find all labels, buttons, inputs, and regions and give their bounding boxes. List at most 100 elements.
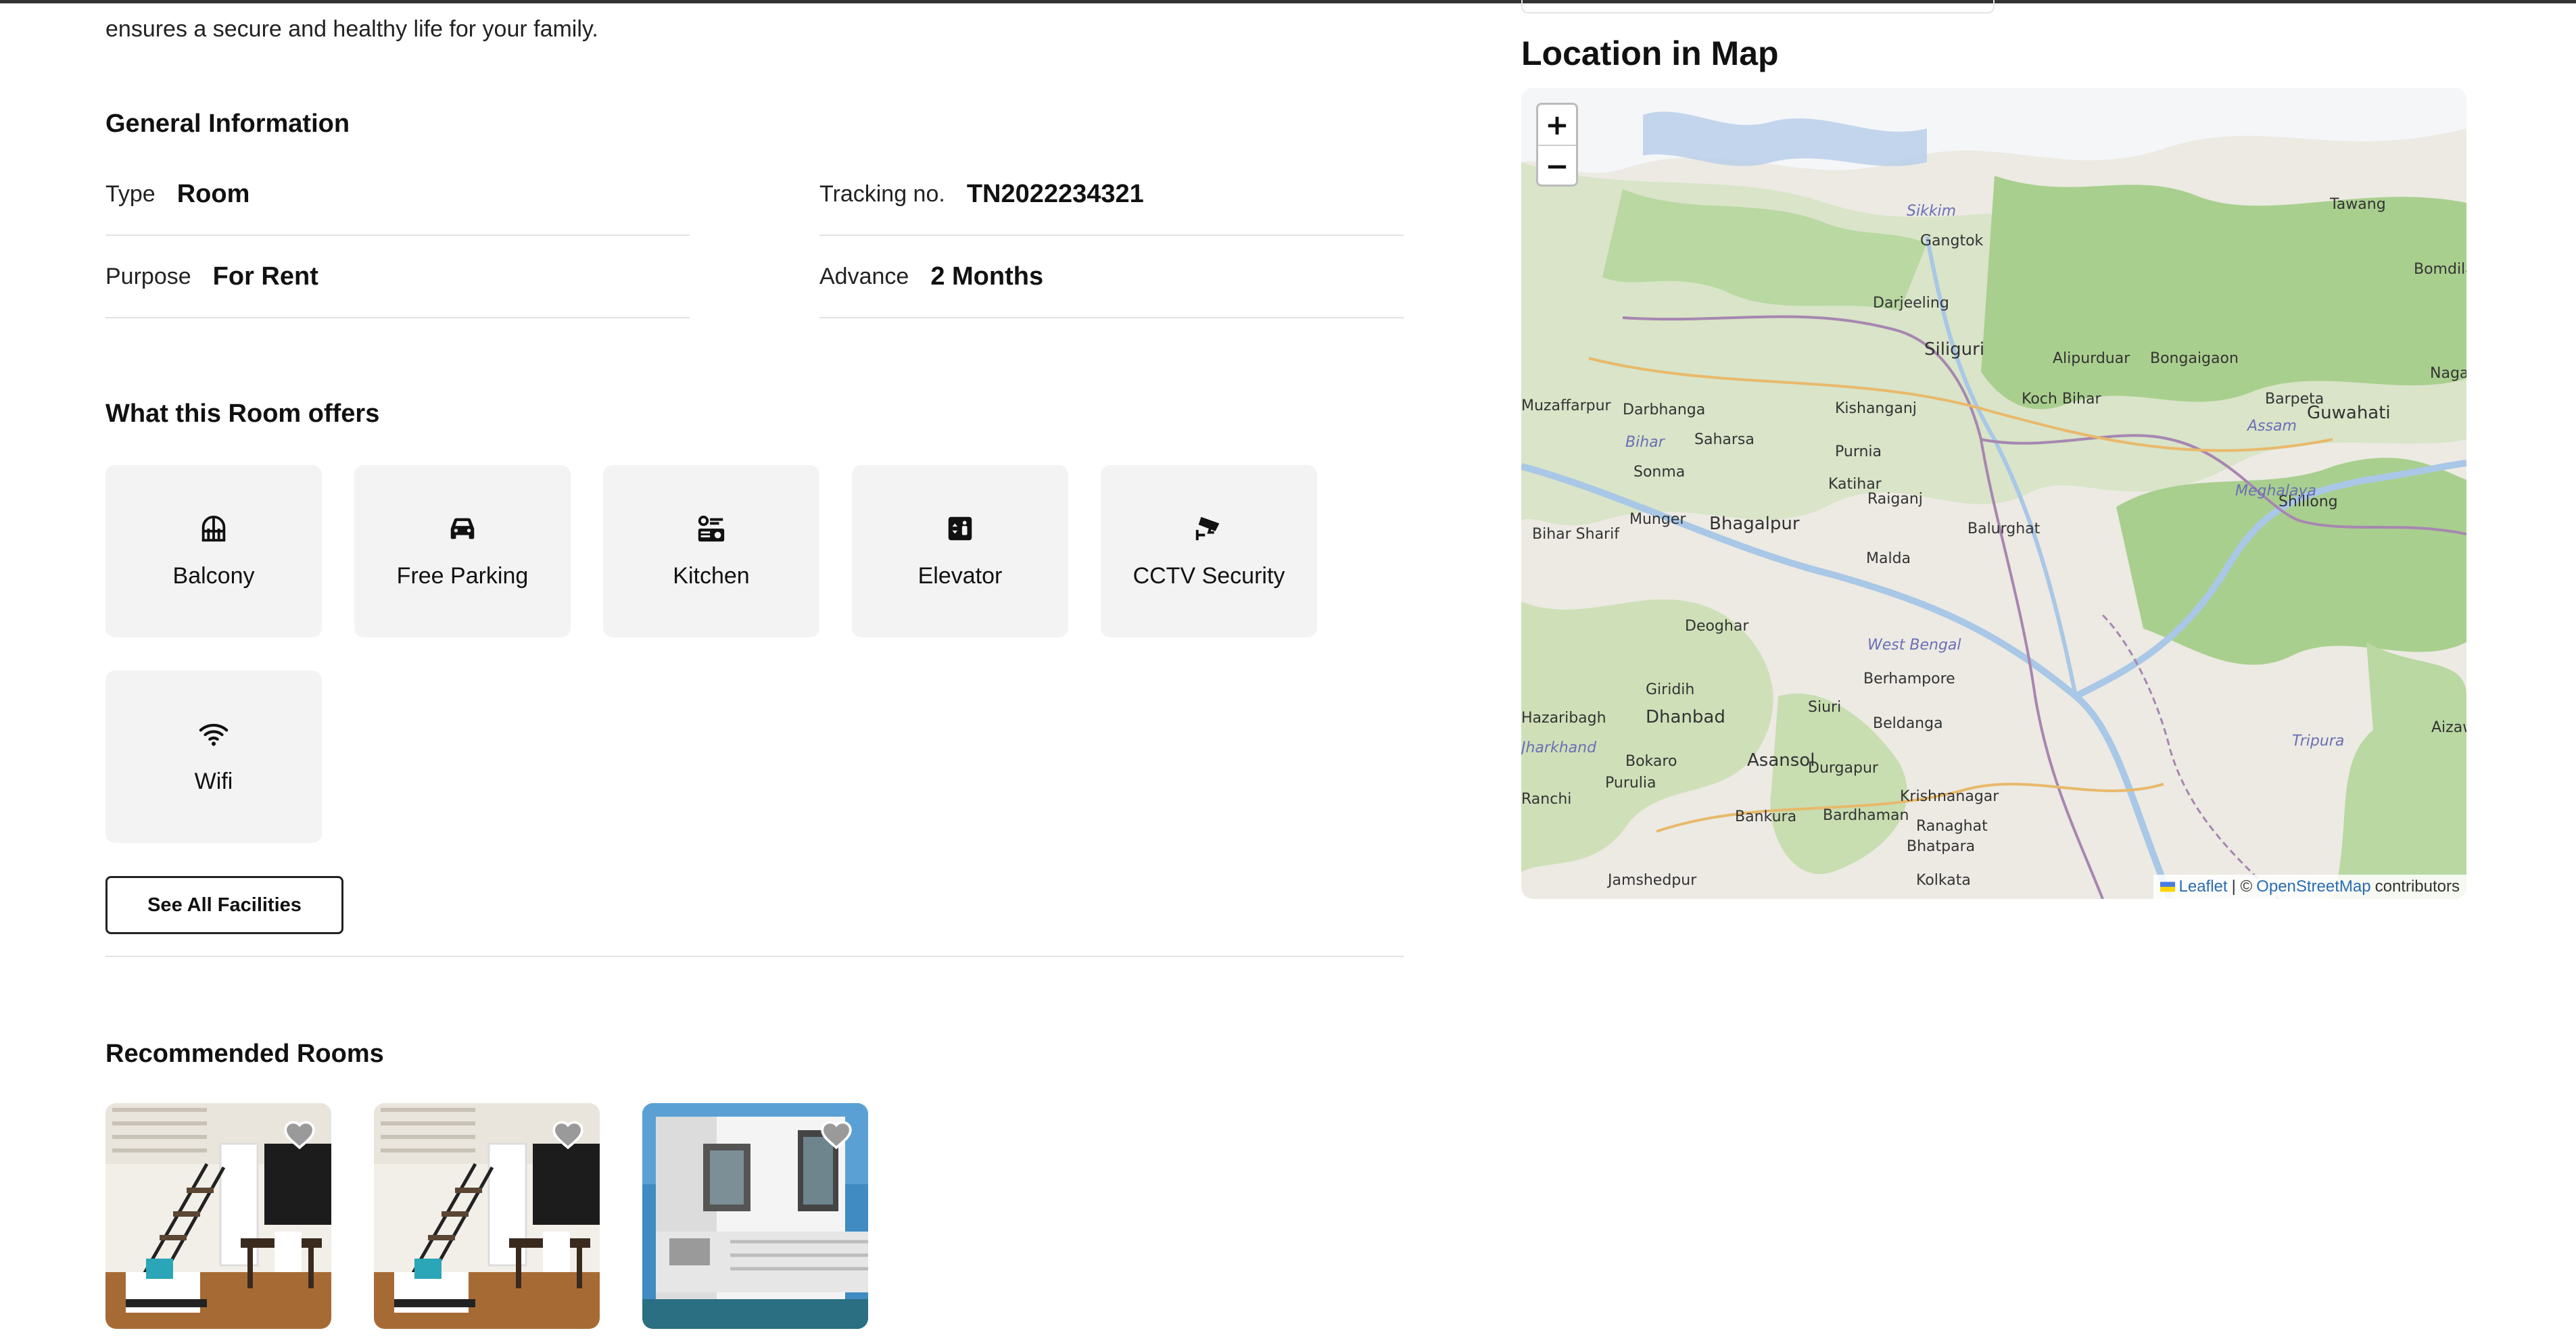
facility-card-cctv: CCTV Security (1101, 465, 1317, 637)
zoom-in-button[interactable]: + (1538, 105, 1576, 145)
leaflet-link[interactable]: Leaflet (2179, 877, 2228, 896)
purpose-label: Purpose (105, 263, 191, 289)
openstreetmap-link[interactable]: OpenStreetMap (2256, 877, 2370, 896)
map-label: Alipurduar (2053, 350, 2130, 367)
type-value: Room (176, 179, 250, 208)
facility-card-free-parking: Free Parking (354, 465, 571, 637)
elevator-icon (948, 516, 972, 541)
info-row-advance: Advance 2 Months (819, 236, 1404, 318)
recommended-room-card[interactable] (374, 1103, 600, 1329)
map-label: Durgapur (1808, 760, 1878, 777)
map-label: Koch Bihar (2022, 391, 2101, 408)
advance-label: Advance (819, 263, 909, 289)
info-row-tracking: Tracking no. TN2022234321 (819, 153, 1404, 236)
map-label: Assam (2247, 418, 2297, 435)
map-label: Balurghat (1967, 520, 2041, 537)
description-text: ensures a secure and healthy life for yo… (105, 16, 598, 42)
offers-title: What this Room offers (105, 399, 380, 428)
map-label: Bhatpara (1907, 838, 1976, 855)
map-title: Location in Map (1521, 34, 1779, 72)
location-map[interactable]: Sikkim Gangtok Darjeeling Siliguri Alipu… (1521, 88, 2466, 899)
zoom-out-button[interactable]: − (1538, 145, 1576, 185)
map-label: Darjeeling (1873, 295, 1949, 312)
favorite-heart-icon[interactable] (283, 1118, 316, 1149)
map-label: Bihar (1625, 434, 1665, 451)
favorite-heart-icon[interactable] (551, 1118, 585, 1149)
map-label: Bardhaman (1823, 807, 1909, 824)
map-label: Raiganj (1867, 491, 1923, 508)
advance-value: 2 Months (930, 262, 1044, 291)
map-label: Bihar Sharif (1532, 526, 1619, 543)
facility-label: CCTV Security (1132, 563, 1285, 589)
info-row-purpose: Purpose For Rent (105, 236, 690, 318)
recommended-room-card[interactable] (642, 1103, 868, 1329)
attribution-separator: | © (2231, 877, 2253, 896)
see-all-facilities-button[interactable]: See All Facilities (105, 876, 343, 934)
map-label: Gangtok (1920, 233, 1984, 249)
map-label: Shillong (2279, 493, 2338, 510)
map-label: Purulia (1605, 775, 1656, 792)
facility-card-elevator: Elevator (852, 465, 1068, 637)
map-label: Muzaffarpur (1521, 397, 1611, 414)
map-attribution: Leaflet | © OpenStreetMap contributors (2153, 875, 2466, 899)
purpose-value: For Rent (212, 262, 318, 291)
recommended-title: Recommended Rooms (105, 1040, 384, 1068)
map-label: Jamshedpur (1608, 872, 1697, 889)
ukraine-flag-icon (2160, 881, 2175, 892)
map-label: Dhanbad (1646, 707, 1725, 727)
map-label: Krishnanagar (1900, 788, 1999, 805)
map-label: Aizawl (2431, 719, 2466, 736)
facility-label: Elevator (917, 563, 1003, 589)
map-label: Nagaon (2430, 365, 2466, 382)
facility-card-kitchen: Kitchen (603, 465, 819, 637)
map-label: West Bengal (1867, 637, 1961, 654)
cctv-icon (1195, 516, 1220, 541)
map-label: Bhagalpur (1709, 514, 1800, 534)
map-label: Asansol (1747, 750, 1815, 771)
facility-card-wifi: Wifi (105, 671, 322, 843)
map-label: Bomdila (2414, 261, 2466, 278)
map-label: Siuri (1808, 699, 1842, 716)
facility-card-balcony: Balcony (105, 465, 322, 637)
sidebar-card-edge (1521, 0, 1995, 14)
section-divider (105, 956, 1404, 957)
map-label: Purnia (1835, 443, 1882, 460)
balcony-icon (201, 515, 226, 542)
car-icon (450, 518, 475, 539)
map-label: Munger (1629, 511, 1686, 528)
map-label: Tripura (2292, 733, 2345, 750)
map-label: Tawang (2330, 196, 2386, 213)
facility-label: Free Parking (396, 563, 529, 589)
map-label: Guwahati (2307, 403, 2391, 423)
map-label: Sikkim (1907, 203, 1957, 220)
map-label: Malda (1866, 550, 1911, 567)
tracking-label: Tracking no. (819, 180, 945, 207)
map-label: Kolkata (1916, 872, 1971, 889)
facility-label: Balcony (172, 563, 255, 589)
map-label: Ranchi (1521, 791, 1572, 808)
map-label: Giridih (1646, 681, 1695, 698)
favorite-heart-icon[interactable] (819, 1118, 853, 1149)
tracking-value: TN2022234321 (966, 179, 1144, 208)
top-border (0, 0, 2576, 3)
map-zoom-control: + − (1536, 103, 1578, 187)
map-label: Ranaghat (1916, 818, 1988, 835)
map-label: Saharsa (1694, 431, 1755, 448)
type-label: Type (105, 180, 156, 207)
attribution-contributors: contributors (2375, 877, 2460, 896)
facility-label: Wifi (194, 769, 233, 794)
facility-label: Kitchen (673, 563, 750, 589)
map-label: Bankura (1735, 808, 1797, 825)
general-info-title: General Information (105, 110, 350, 138)
map-label: Jharkhand (1521, 739, 1597, 756)
wifi-icon (199, 723, 229, 746)
map-label: Beldanga (1873, 715, 1943, 732)
info-row-type: Type Room (105, 153, 690, 236)
map-label: Kishanganj (1835, 400, 1917, 417)
recommended-room-card[interactable] (105, 1103, 331, 1329)
map-label: Bokaro (1625, 753, 1677, 770)
map-label: Sonma (1633, 464, 1686, 481)
map-label: Berhampore (1863, 671, 1955, 687)
kitchen-icon (698, 515, 725, 542)
map-label: Hazaribagh (1521, 710, 1606, 727)
